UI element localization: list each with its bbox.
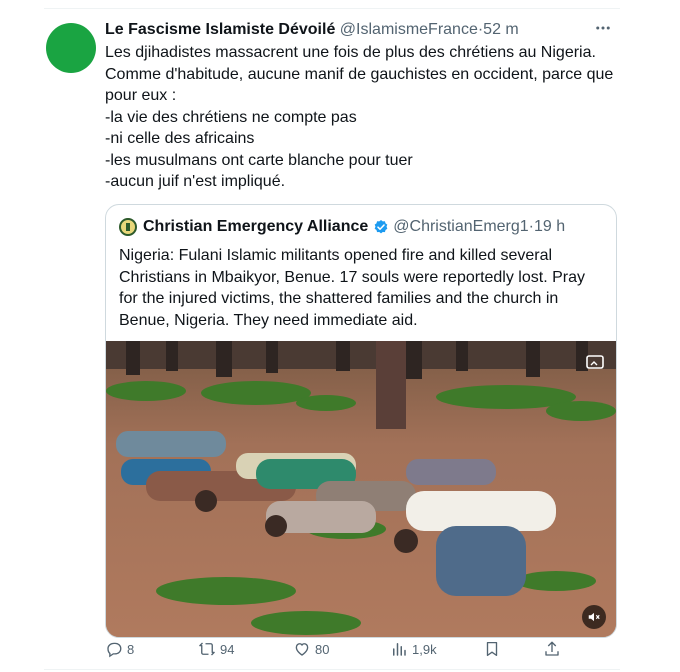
tweet-actions: 8 94 80 1,9k [105, 640, 565, 664]
quote-author-handle[interactable]: @ChristianEmerg1 [393, 217, 528, 237]
author-handle[interactable]: @IslamismeFrance [340, 21, 478, 38]
quote-author-name[interactable]: Christian Emergency Alliance [143, 217, 368, 237]
tweet-line: Comme d'habitude, aucune manif de gauchi… [105, 65, 614, 83]
tweet-line: -la vie des chrétiens ne compte pas [105, 108, 357, 126]
quote-avatar[interactable] [119, 218, 137, 236]
retweet-count: 94 [220, 641, 235, 657]
like-button[interactable]: 80 [293, 640, 329, 658]
quote-text: Nigeria: Fulani Islamic militants opened… [119, 245, 609, 332]
verified-badge-icon [374, 220, 388, 234]
quoted-tweet[interactable]: Christian Emergency Alliance @ChristianE… [105, 204, 617, 638]
reply-icon [107, 642, 122, 658]
tweet-line: pour eux : [105, 87, 177, 104]
tweet-line: -ni celle des africains [105, 130, 255, 147]
share-icon [545, 641, 559, 656]
views-button[interactable]: 1,9k [390, 640, 437, 658]
video-player[interactable] [106, 341, 616, 637]
quote-line: Nigeria: Fulani Islamic militants opened… [119, 247, 553, 264]
tweet-time[interactable]: 52 m [483, 21, 519, 38]
views-count: 1,9k [412, 641, 437, 657]
share-button[interactable] [543, 640, 565, 658]
tweet-header: Le Fascisme Islamiste Dévoilé @Islamisme… [105, 20, 519, 40]
heart-icon [295, 643, 309, 656]
retweet-button[interactable]: 94 [198, 640, 234, 658]
bookmark-icon [486, 641, 498, 657]
quote-line: for the injured victims, the shattered f… [119, 290, 559, 308]
tweet-line: -les musulmans ont carte blanche pour tu… [105, 151, 413, 169]
more-icon[interactable] [594, 19, 612, 42]
views-icon [393, 643, 406, 656]
tweet[interactable]: Le Fascisme Islamiste Dévoilé @Islamisme… [44, 8, 620, 670]
mute-icon[interactable] [582, 605, 606, 629]
quote-line: Benue, Nigeria. They need immediate aid. [119, 312, 418, 330]
like-count: 80 [315, 641, 330, 657]
video-frame [106, 341, 616, 637]
cast-icon[interactable] [586, 355, 604, 371]
quote-header: Christian Emergency Alliance @ChristianE… [119, 217, 565, 237]
tweet-line: -aucun juif n'est impliqué. [105, 173, 286, 190]
reply-count: 8 [127, 641, 135, 657]
quote-time[interactable]: 19 h [534, 217, 565, 237]
retweet-icon [199, 642, 215, 656]
tweet-line: Les djihadistes massacrent une fois de p… [105, 44, 596, 61]
reply-button[interactable]: 8 [105, 640, 134, 658]
author-avatar[interactable] [46, 23, 96, 73]
quote-line: Christians in Mbaikyor, Benue. 17 souls … [119, 268, 585, 286]
bookmark-button[interactable] [483, 640, 505, 658]
author-name[interactable]: Le Fascisme Islamiste Dévoilé [105, 21, 335, 38]
tweet-text: Les djihadistes massacrent une fois de p… [105, 42, 625, 193]
